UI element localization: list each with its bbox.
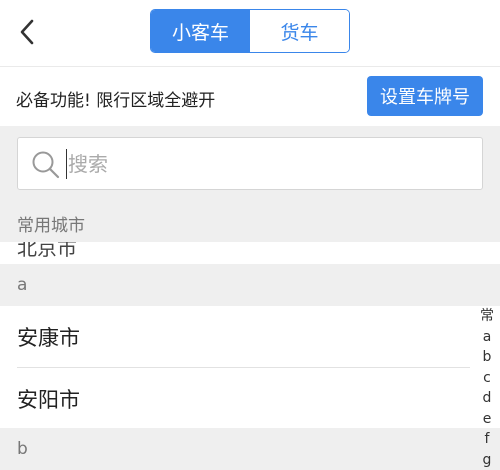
text-cursor: [66, 149, 67, 179]
city-row[interactable]: 安阳市: [0, 368, 470, 429]
city-row[interactable]: 安康市: [0, 306, 470, 367]
search-input[interactable]: [68, 147, 468, 181]
list-item-clipped[interactable]: 北京市: [0, 242, 500, 264]
index-item-c[interactable]: c: [474, 368, 500, 389]
section-header-a: a: [0, 264, 500, 306]
top-nav-bar: 小客车 货车: [0, 0, 500, 64]
back-button[interactable]: [12, 14, 42, 50]
search-area: [0, 126, 500, 204]
index-item-b[interactable]: b: [474, 347, 500, 368]
index-item-g[interactable]: g: [474, 450, 500, 470]
index-item-e[interactable]: e: [474, 409, 500, 430]
search-box[interactable]: [17, 137, 483, 190]
index-item-d[interactable]: d: [474, 388, 500, 409]
city-name: 北京市: [17, 242, 77, 260]
vehicle-type-switch: 小客车 货车: [150, 9, 350, 53]
index-item-f[interactable]: f: [474, 429, 500, 450]
banner-text: 必备功能! 限行区域全避开: [16, 91, 216, 111]
feature-banner: 必备功能! 限行区域全避开 设置车牌号: [0, 66, 500, 126]
search-icon: [32, 151, 60, 179]
index-item-common[interactable]: 常: [474, 306, 500, 327]
tab-truck[interactable]: 货车: [250, 10, 349, 52]
set-plate-button[interactable]: 设置车牌号: [367, 76, 483, 116]
chevron-left-icon: [20, 19, 34, 45]
alphabet-index-bar: 常 a b c d e f g: [474, 306, 500, 470]
section-header-b: b: [0, 428, 500, 470]
section-header-common: 常用城市: [0, 204, 500, 242]
tab-car[interactable]: 小客车: [151, 10, 250, 52]
index-item-a[interactable]: a: [474, 327, 500, 348]
